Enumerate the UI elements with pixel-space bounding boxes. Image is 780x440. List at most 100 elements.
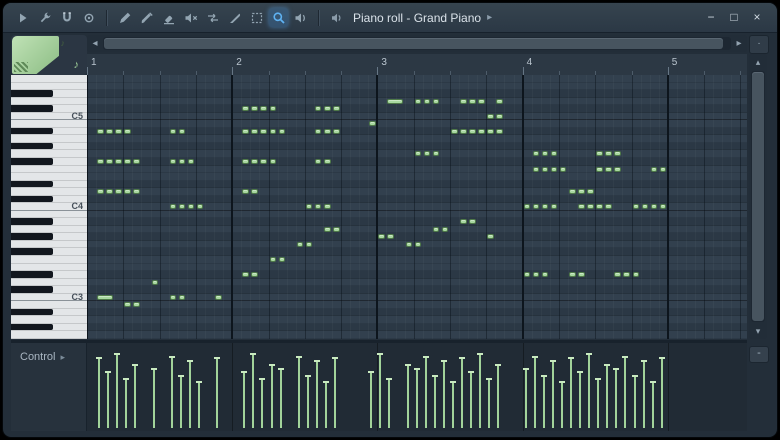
note[interactable] (478, 99, 485, 104)
velocity-bar[interactable] (543, 377, 545, 428)
note[interactable] (605, 167, 612, 172)
velocity-bar-cap[interactable] (650, 381, 656, 383)
note[interactable] (542, 204, 549, 209)
note[interactable] (433, 227, 440, 232)
white-key[interactable] (11, 75, 87, 83)
scroll-right-button[interactable]: ▸ (731, 35, 747, 52)
black-key[interactable] (11, 309, 87, 317)
velocity-bar[interactable] (198, 383, 200, 428)
select-icon[interactable] (247, 8, 266, 27)
velocity-bar-cap[interactable] (550, 360, 556, 362)
velocity-bar-cap[interactable] (423, 356, 429, 358)
note[interactable] (524, 272, 531, 277)
velocity-bar-cap[interactable] (523, 368, 529, 370)
window-title[interactable]: Piano roll - Grand Piano ▸ (353, 11, 492, 25)
velocity-bar[interactable] (134, 366, 136, 428)
velocity-bar-cap[interactable] (486, 378, 492, 380)
velocity-bar[interactable] (116, 355, 118, 428)
velocity-bar[interactable] (479, 355, 481, 428)
note[interactable] (578, 189, 585, 194)
velocity-bar[interactable] (443, 362, 445, 428)
velocity-bar-cap[interactable] (241, 371, 247, 373)
delete-icon[interactable] (159, 8, 178, 27)
note[interactable] (270, 129, 277, 134)
note[interactable] (469, 129, 476, 134)
note[interactable] (614, 272, 621, 277)
corner-drag-handle[interactable] (14, 62, 28, 72)
velocity-bar-cap[interactable] (278, 368, 284, 370)
note[interactable] (170, 159, 177, 164)
velocity-bar-cap[interactable] (450, 381, 456, 383)
velocity-bar[interactable] (624, 358, 626, 428)
note[interactable] (651, 204, 658, 209)
velocity-bar[interactable] (570, 359, 572, 428)
note[interactable] (124, 302, 131, 307)
control-panel-label[interactable]: Control ▸ (20, 351, 65, 363)
control-panel-header[interactable]: Control ▸ (11, 343, 87, 431)
velocity-bar[interactable] (298, 358, 300, 428)
white-key[interactable] (11, 135, 87, 143)
velocity-bar-cap[interactable] (368, 371, 374, 373)
draw-icon[interactable] (115, 8, 134, 27)
velocity-bar-cap[interactable] (105, 371, 111, 373)
velocity-bar[interactable] (316, 362, 318, 428)
note[interactable] (614, 167, 621, 172)
velocity-bar[interactable] (189, 362, 191, 428)
note[interactable] (251, 272, 258, 277)
note[interactable] (106, 129, 113, 134)
note[interactable] (533, 204, 540, 209)
note[interactable] (369, 121, 376, 126)
note[interactable] (251, 129, 258, 134)
note[interactable] (633, 204, 640, 209)
note[interactable] (623, 272, 630, 277)
velocity-bar[interactable] (534, 358, 536, 428)
note[interactable] (487, 129, 494, 134)
velocity-bar[interactable] (171, 358, 173, 428)
note[interactable] (614, 151, 621, 156)
note[interactable] (487, 234, 494, 239)
note[interactable] (578, 204, 585, 209)
velocity-bar[interactable] (561, 383, 563, 428)
vertical-scroll-thumb[interactable] (752, 72, 764, 321)
tools-icon[interactable] (35, 8, 54, 27)
velocity-bar[interactable] (425, 358, 427, 428)
black-key[interactable] (11, 248, 87, 256)
velocity-bar-cap[interactable] (532, 356, 538, 358)
velocity-bar[interactable] (661, 359, 663, 428)
note[interactable] (124, 159, 131, 164)
note[interactable] (188, 159, 195, 164)
note[interactable] (324, 129, 331, 134)
velocity-bar-cap[interactable] (151, 368, 157, 370)
velocity-bar-cap[interactable] (432, 375, 438, 377)
mute-icon[interactable] (181, 8, 200, 27)
velocity-bar[interactable] (216, 359, 218, 428)
note[interactable] (179, 204, 186, 209)
velocity-lane[interactable] (87, 343, 747, 431)
note[interactable] (605, 204, 612, 209)
note[interactable] (242, 159, 249, 164)
scroll-up-button[interactable]: ▴ (749, 54, 767, 70)
note[interactable] (124, 189, 131, 194)
velocity-bar-cap[interactable] (441, 360, 447, 362)
velocity-bar[interactable] (280, 370, 282, 428)
slice-icon[interactable] (225, 8, 244, 27)
black-key[interactable] (11, 324, 87, 332)
velocity-bar[interactable] (615, 370, 617, 428)
note[interactable] (524, 204, 531, 209)
note[interactable] (297, 242, 304, 247)
note[interactable] (469, 219, 476, 224)
note[interactable] (642, 204, 649, 209)
menu-arrow-icon[interactable] (13, 8, 32, 27)
velocity-bar[interactable] (643, 362, 645, 428)
velocity-bar[interactable] (597, 380, 599, 428)
velocity-bar[interactable] (379, 355, 381, 428)
note[interactable] (569, 272, 576, 277)
note[interactable] (97, 159, 104, 164)
velocity-bar-cap[interactable] (414, 368, 420, 370)
note[interactable] (251, 106, 258, 111)
note[interactable] (569, 189, 576, 194)
note[interactable] (260, 106, 267, 111)
note[interactable] (106, 159, 113, 164)
note[interactable] (460, 129, 467, 134)
velocity-bar[interactable] (153, 370, 155, 428)
